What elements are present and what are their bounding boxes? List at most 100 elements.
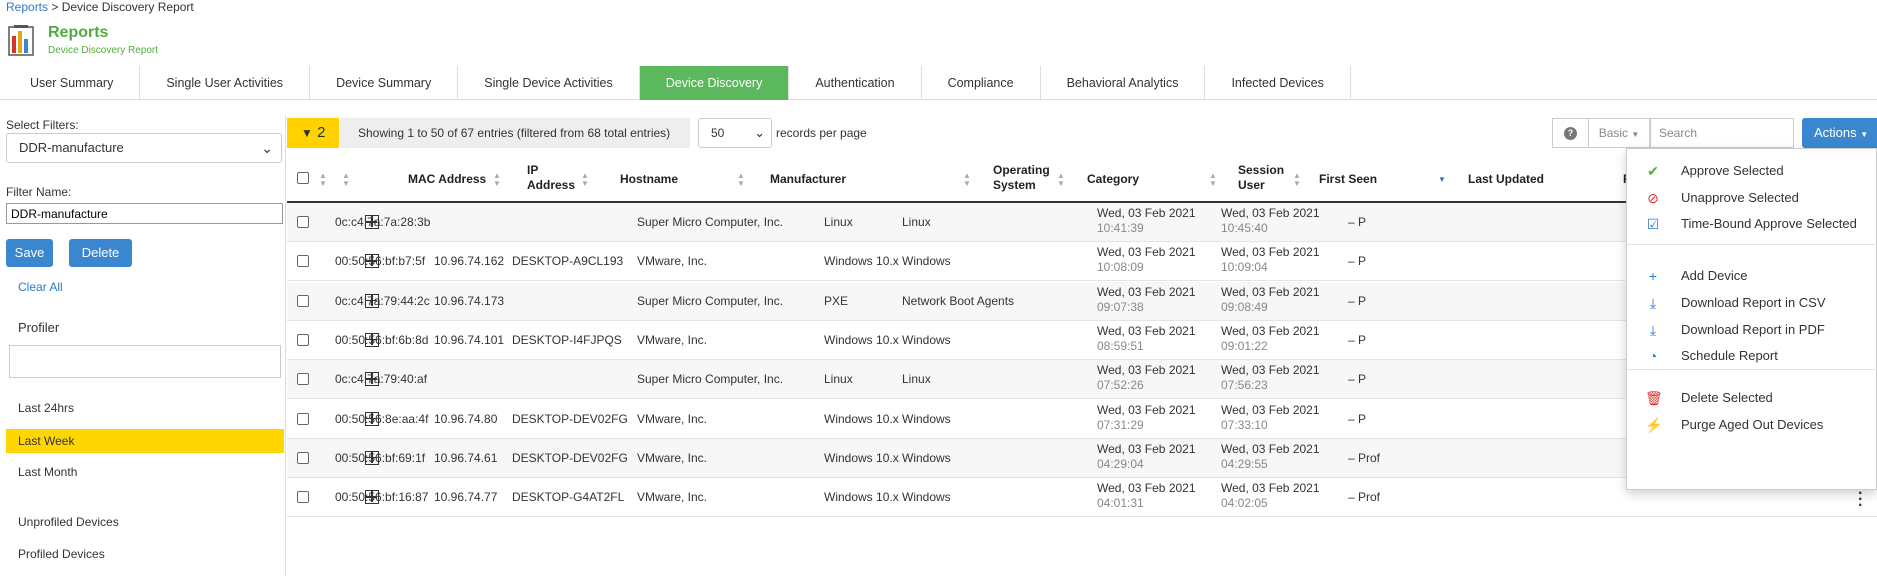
page-subtitle: Device Discovery Report [48, 45, 159, 56]
sort-icon[interactable]: ▲ ▼ [1209, 172, 1217, 188]
sort-icon[interactable]: ▲ ▼ [963, 172, 971, 188]
chevron-down-icon: ⌄ [754, 125, 765, 140]
profiled-devices-filter[interactable]: Profiled Devices [6, 542, 284, 566]
menu-item-time-bound-approve-selected[interactable]: ☑ Time-Bound Approve Selected [1627, 212, 1877, 236]
bolt-icon: ⚡ [1645, 417, 1663, 433]
clear-all-link[interactable]: Clear All [18, 280, 63, 294]
cell-mac-address: 00:50:56:bf:16:87 [335, 490, 429, 505]
tab-behavioral-analytics[interactable]: Behavioral Analytics [1041, 66, 1206, 100]
unprofiled-devices-filter[interactable]: Unprofiled Devices [6, 510, 284, 534]
cell-hostname: DESKTOP-A9CL193 [512, 254, 624, 269]
last-updated-time: 07:56:23 [1221, 378, 1268, 393]
cell-category: Windows [902, 450, 951, 465]
menu-item-label: Unapprove Selected [1681, 190, 1799, 205]
delete-button[interactable]: Delete [69, 239, 132, 267]
tab-device-discovery[interactable]: Device Discovery [639, 66, 790, 100]
cell-ip-address: 10.96.74.173 [434, 293, 505, 308]
col-ip-address[interactable]: IP Address [527, 163, 575, 193]
search-placeholder: Search [1659, 126, 1698, 140]
sort-icon[interactable]: ▲ ▼ [1057, 172, 1065, 188]
breadcrumb-reports-link[interactable]: Reports [6, 0, 48, 14]
time-filter-last-month[interactable]: Last Month [6, 460, 284, 484]
sort-icon[interactable]: ▲ ▼ [319, 172, 327, 188]
tab-single-device-activities[interactable]: Single Device Activities [458, 66, 640, 100]
row-checkbox[interactable] [297, 412, 309, 425]
filter-name-input[interactable] [6, 203, 283, 224]
row-checkbox[interactable] [297, 294, 309, 307]
profiler-input[interactable] [9, 345, 281, 378]
menu-item-schedule-report[interactable]: ◔ Schedule Report [1627, 344, 1877, 368]
search-mode-dropdown[interactable]: Basic ▼ [1588, 118, 1650, 148]
page-size-select[interactable]: 50 ⌄ [698, 118, 772, 148]
sort-desc-icon[interactable]: ▼ [1438, 176, 1446, 184]
first-seen-date: Wed, 03 Feb 2021 [1097, 206, 1196, 220]
tab-device-summary[interactable]: Device Summary [310, 66, 459, 100]
last-updated-date: Wed, 03 Feb 2021 [1221, 441, 1320, 456]
row-checkbox[interactable] [297, 216, 309, 228]
tab-user-summary[interactable]: User Summary [4, 66, 141, 100]
active-filters-badge[interactable]: ▼ 2 [287, 118, 339, 148]
cell-manufacturer: VMware, Inc. [637, 490, 708, 505]
menu-item-approve-selected[interactable]: ✔ Approve Selected [1627, 159, 1877, 183]
actions-button[interactable]: Actions ▼ [1802, 118, 1877, 148]
sort-icon[interactable]: ▲ ▼ [342, 172, 350, 188]
row-menu-icon[interactable]: ··· [1858, 486, 1863, 514]
search-input[interactable]: Search [1650, 118, 1794, 148]
tab-compliance[interactable]: Compliance [922, 66, 1041, 100]
col-mac-address[interactable]: MAC Address [408, 172, 486, 187]
first-seen-date: Wed, 03 Feb 2021 [1097, 284, 1196, 299]
time-filter-last-24hrs[interactable]: Last 24hrs [6, 396, 284, 420]
cell-first-seen: Wed, 03 Feb 2021 04:01:31 [1097, 481, 1196, 511]
save-button[interactable]: Save [6, 239, 53, 267]
tab-infected-devices[interactable]: Infected Devices [1205, 66, 1351, 100]
cell-category: Windows [902, 332, 951, 347]
col-first-seen[interactable]: First Seen [1319, 172, 1377, 187]
menu-item-label: Add Device [1681, 268, 1748, 283]
cell-manufacturer: VMware, Inc. [637, 332, 708, 347]
row-checkbox[interactable] [297, 491, 309, 504]
row-checkbox[interactable] [297, 333, 309, 346]
col-session-user[interactable]: Session User [1238, 163, 1284, 193]
breadcrumb-separator: > [48, 0, 62, 14]
row-checkbox[interactable] [297, 255, 309, 268]
cell-profiled: – P [1348, 411, 1367, 426]
row-checkbox[interactable] [297, 451, 309, 464]
filter-icon: ▼ [301, 126, 313, 140]
sort-icon[interactable]: ▲ ▼ [737, 172, 745, 188]
first-seen-time: 10:08:09 [1097, 260, 1144, 275]
col-last-updated[interactable]: Last Updated [1468, 172, 1544, 187]
cell-category: Windows [902, 254, 951, 269]
profiler-label: Profiler [18, 320, 60, 335]
col-os-line2: System [993, 178, 1036, 192]
sort-icon[interactable]: ▲ ▼ [493, 172, 501, 188]
menu-item-download-report-in-csv[interactable]: ⤓ Download Report in CSV [1627, 291, 1877, 315]
row-checkbox[interactable] [297, 373, 309, 386]
col-manufacturer[interactable]: Manufacturer [770, 172, 846, 187]
filter-select[interactable]: DDR-manufacture ⌄ [6, 133, 282, 163]
tab-single-user-activities[interactable]: Single User Activities [140, 66, 311, 100]
last-updated-time: 09:01:22 [1221, 338, 1268, 353]
menu-item-delete-selected[interactable]: 🗑 Delete Selected [1627, 386, 1877, 410]
last-updated-date: Wed, 03 Feb 2021 [1221, 206, 1320, 220]
menu-item-download-report-in-pdf[interactable]: ⤓ Download Report in PDF [1627, 318, 1877, 342]
sort-icon[interactable]: ▲ ▼ [581, 172, 589, 188]
cell-last-updated: Wed, 03 Feb 2021 09:08:49 [1221, 285, 1320, 315]
cell-mac-address: 00:50:56:bf:69:1f [335, 450, 426, 465]
cell-ip-address: 10.96.74.101 [434, 332, 505, 347]
cell-manufacturer: Super Micro Computer, Inc. [637, 293, 784, 308]
col-category[interactable]: Category [1087, 172, 1139, 187]
col-hostname[interactable]: Hostname [620, 172, 678, 187]
menu-item-unapprove-selected[interactable]: ⊘ Unapprove Selected [1627, 186, 1877, 210]
cell-category: Linux [902, 372, 931, 387]
col-operating-system[interactable]: Operating System [993, 163, 1050, 193]
first-seen-date: Wed, 03 Feb 2021 [1097, 481, 1196, 496]
select-all-checkbox[interactable] [297, 172, 309, 184]
menu-item-purge-aged-out-devices[interactable]: ⚡ Purge Aged Out Devices [1627, 413, 1877, 437]
tab-authentication[interactable]: Authentication [789, 66, 922, 100]
sort-icon[interactable]: ▲ ▼ [1293, 172, 1301, 188]
menu-item-add-device[interactable]: + Add Device [1627, 264, 1877, 288]
time-filter-last-week[interactable]: Last Week [6, 429, 284, 453]
menu-divider [1627, 244, 1877, 245]
help-button[interactable]: ? [1552, 118, 1588, 148]
first-seen-time: 07:31:29 [1097, 417, 1144, 432]
